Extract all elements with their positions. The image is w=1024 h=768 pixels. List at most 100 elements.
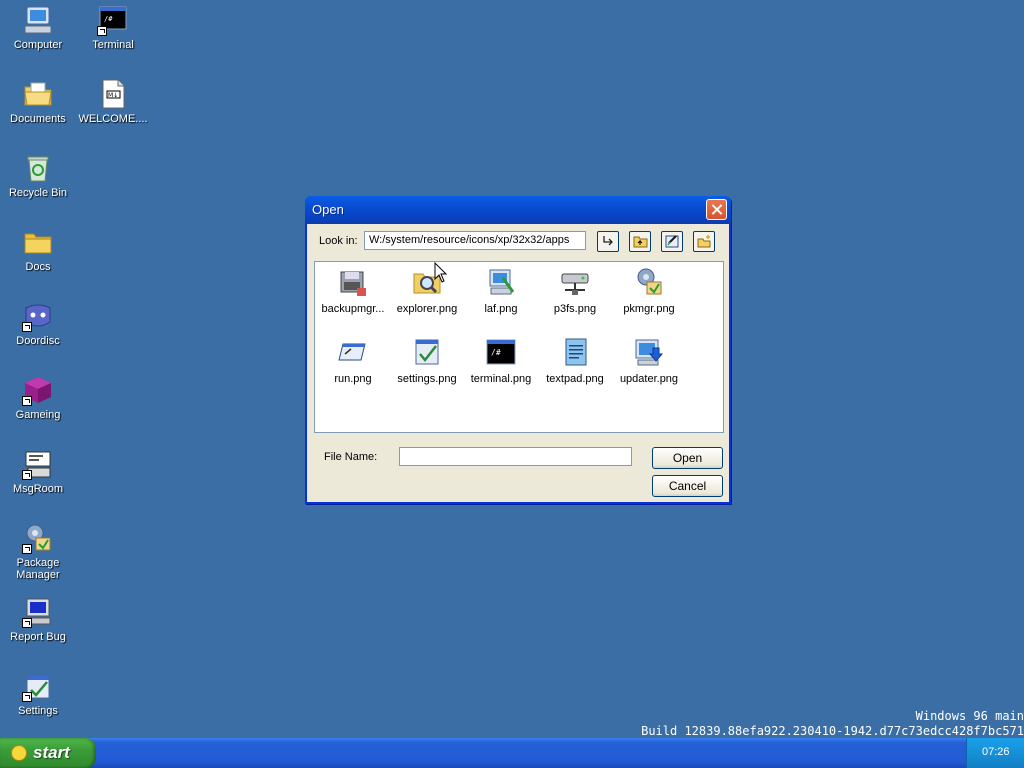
shortcut-arrow-icon	[22, 618, 32, 628]
textpad-icon	[559, 336, 591, 368]
desktop-icon-package-manager[interactable]: Package Manager	[0, 522, 76, 581]
report-bug-icon	[22, 596, 54, 628]
desktop-icon-recycle-bin[interactable]: Recycle Bin	[0, 152, 76, 199]
system-tray: 07:26	[966, 738, 1024, 768]
file-item-laf[interactable]: laf.png	[464, 266, 538, 315]
shortcut-arrow-icon	[22, 544, 32, 554]
file-item-updater[interactable]: updater.png	[612, 336, 686, 385]
start-label: start	[33, 743, 70, 762]
new-folder-icon	[697, 235, 711, 248]
recycle-bin-icon	[22, 152, 54, 184]
desktop-icon-label: Report Bug	[10, 631, 66, 643]
desktop-icon-label: Settings	[18, 705, 58, 717]
desktop-icon-label: MsgRoom	[12, 483, 64, 495]
start-button[interactable]: start	[0, 738, 96, 768]
dialog-title: Open	[312, 202, 344, 217]
shortcut-arrow-icon	[22, 322, 32, 332]
file-name: laf.png	[484, 303, 518, 315]
shortcut-arrow-icon	[22, 396, 32, 406]
desktop-icon-label: Documents	[10, 113, 66, 125]
file-name: terminal.png	[470, 373, 532, 385]
dialog-titlebar[interactable]: Open	[305, 196, 731, 224]
new-folder-button[interactable]	[693, 231, 715, 252]
close-button[interactable]	[706, 199, 727, 220]
parent-folder-icon	[633, 236, 648, 248]
desktop-icon-label: Docs	[25, 261, 51, 273]
file-name: settings.png	[397, 373, 457, 385]
file-name-input[interactable]	[399, 447, 632, 466]
computer-icon	[22, 4, 54, 36]
file-item-textpad[interactable]: textpad.png	[538, 336, 612, 385]
desktop-icon-label: Recycle Bin	[8, 187, 68, 199]
file-item-terminal[interactable]: /# terminal.png	[464, 336, 538, 385]
desktop-icon-docs[interactable]: Docs	[0, 226, 76, 273]
desktop-icon-label: Computer	[13, 39, 63, 51]
file-item-backupmgr[interactable]: backupmgr...	[316, 266, 390, 315]
parent-folder-button[interactable]	[629, 231, 651, 252]
desktop-icon-settings[interactable]: Settings	[0, 670, 76, 717]
file-item-run[interactable]: run.png	[316, 336, 390, 385]
file-item-explorer[interactable]: explorer.png	[390, 266, 464, 315]
settings-icon	[22, 670, 54, 702]
desktop-icon-label: Doordisc	[16, 335, 60, 347]
file-name: textpad.png	[546, 373, 604, 385]
edit-button[interactable]	[661, 231, 683, 252]
desktop-icon-label: WELCOME....	[78, 113, 148, 125]
package-manager-icon	[633, 266, 665, 298]
p3fs-icon	[559, 266, 591, 298]
mouse-cursor-icon	[434, 262, 448, 283]
gaming-cube-icon	[22, 374, 54, 406]
svg-text:/#: /#	[491, 348, 501, 357]
open-button[interactable]: Open	[652, 447, 723, 469]
shortcut-arrow-icon	[22, 470, 32, 480]
desktop-icon-welcome[interactable]: M↓ WELCOME....	[75, 78, 151, 125]
msgroom-icon	[22, 448, 54, 480]
documents-folder-icon	[22, 78, 54, 110]
svg-text:M↓: M↓	[108, 92, 118, 99]
file-name: backupmgr...	[321, 303, 385, 315]
desktop-icon-gameing[interactable]: Gameing	[0, 374, 76, 421]
terminal-icon: /#	[485, 336, 517, 368]
edit-icon	[665, 235, 679, 248]
desktop-icon-doordisc[interactable]: Doordisc	[0, 300, 76, 347]
desktop-icon-report-bug[interactable]: Report Bug	[0, 596, 76, 643]
run-icon	[337, 336, 369, 368]
shortcut-arrow-icon	[97, 26, 107, 36]
file-item-p3fs[interactable]: p3fs.png	[538, 266, 612, 315]
file-name: updater.png	[619, 373, 679, 385]
look-in-label: Look in:	[319, 235, 358, 247]
terminal-icon: /#	[97, 4, 129, 36]
backup-manager-icon	[337, 266, 369, 298]
file-name-label: File Name:	[324, 451, 378, 463]
desktop-icon-msgroom[interactable]: MsgRoom	[0, 448, 76, 495]
cancel-button[interactable]: Cancel	[652, 475, 723, 497]
desktop-icon-terminal[interactable]: /# Terminal	[75, 4, 151, 51]
desktop-icon-computer[interactable]: Computer	[0, 4, 76, 51]
clock[interactable]: 07:26	[982, 746, 1010, 758]
desktop-icon-label: Package Manager	[16, 557, 60, 581]
doordisc-icon	[22, 300, 54, 332]
settings-icon	[411, 336, 443, 368]
file-name: pkmgr.png	[623, 303, 675, 315]
taskbar: start 07:26	[0, 738, 1024, 768]
markdown-file-icon: M↓	[97, 78, 129, 110]
laf-icon	[485, 266, 517, 298]
package-manager-icon	[22, 522, 54, 554]
file-item-pkmgr[interactable]: pkmgr.png	[612, 266, 686, 315]
desktop-icon-documents[interactable]: Documents	[0, 78, 76, 125]
desktop-icon-label: Gameing	[15, 409, 61, 421]
desktop-icon-label: Terminal	[92, 39, 134, 51]
shortcut-arrow-icon	[22, 692, 32, 702]
updater-icon	[633, 336, 665, 368]
open-dialog: Open Look in: W:/system/resource/icons/x…	[305, 196, 731, 504]
smiley-logo-icon	[11, 745, 27, 761]
look-in-path-field[interactable]: W:/system/resource/icons/xp/32x32/apps	[364, 231, 586, 250]
file-name: explorer.png	[396, 303, 458, 315]
build-version-line: Windows 96 main	[915, 709, 1024, 723]
svg-text:/#: /#	[104, 15, 113, 23]
go-up-button[interactable]	[597, 231, 619, 252]
file-list[interactable]: backupmgr... explorer.png laf.png p3fs.p…	[314, 261, 724, 433]
file-name: p3fs.png	[553, 303, 597, 315]
file-item-settings[interactable]: settings.png	[390, 336, 464, 385]
build-number-line: Build 12839.88efa922.230410-1942.d77c73e…	[641, 724, 1024, 738]
